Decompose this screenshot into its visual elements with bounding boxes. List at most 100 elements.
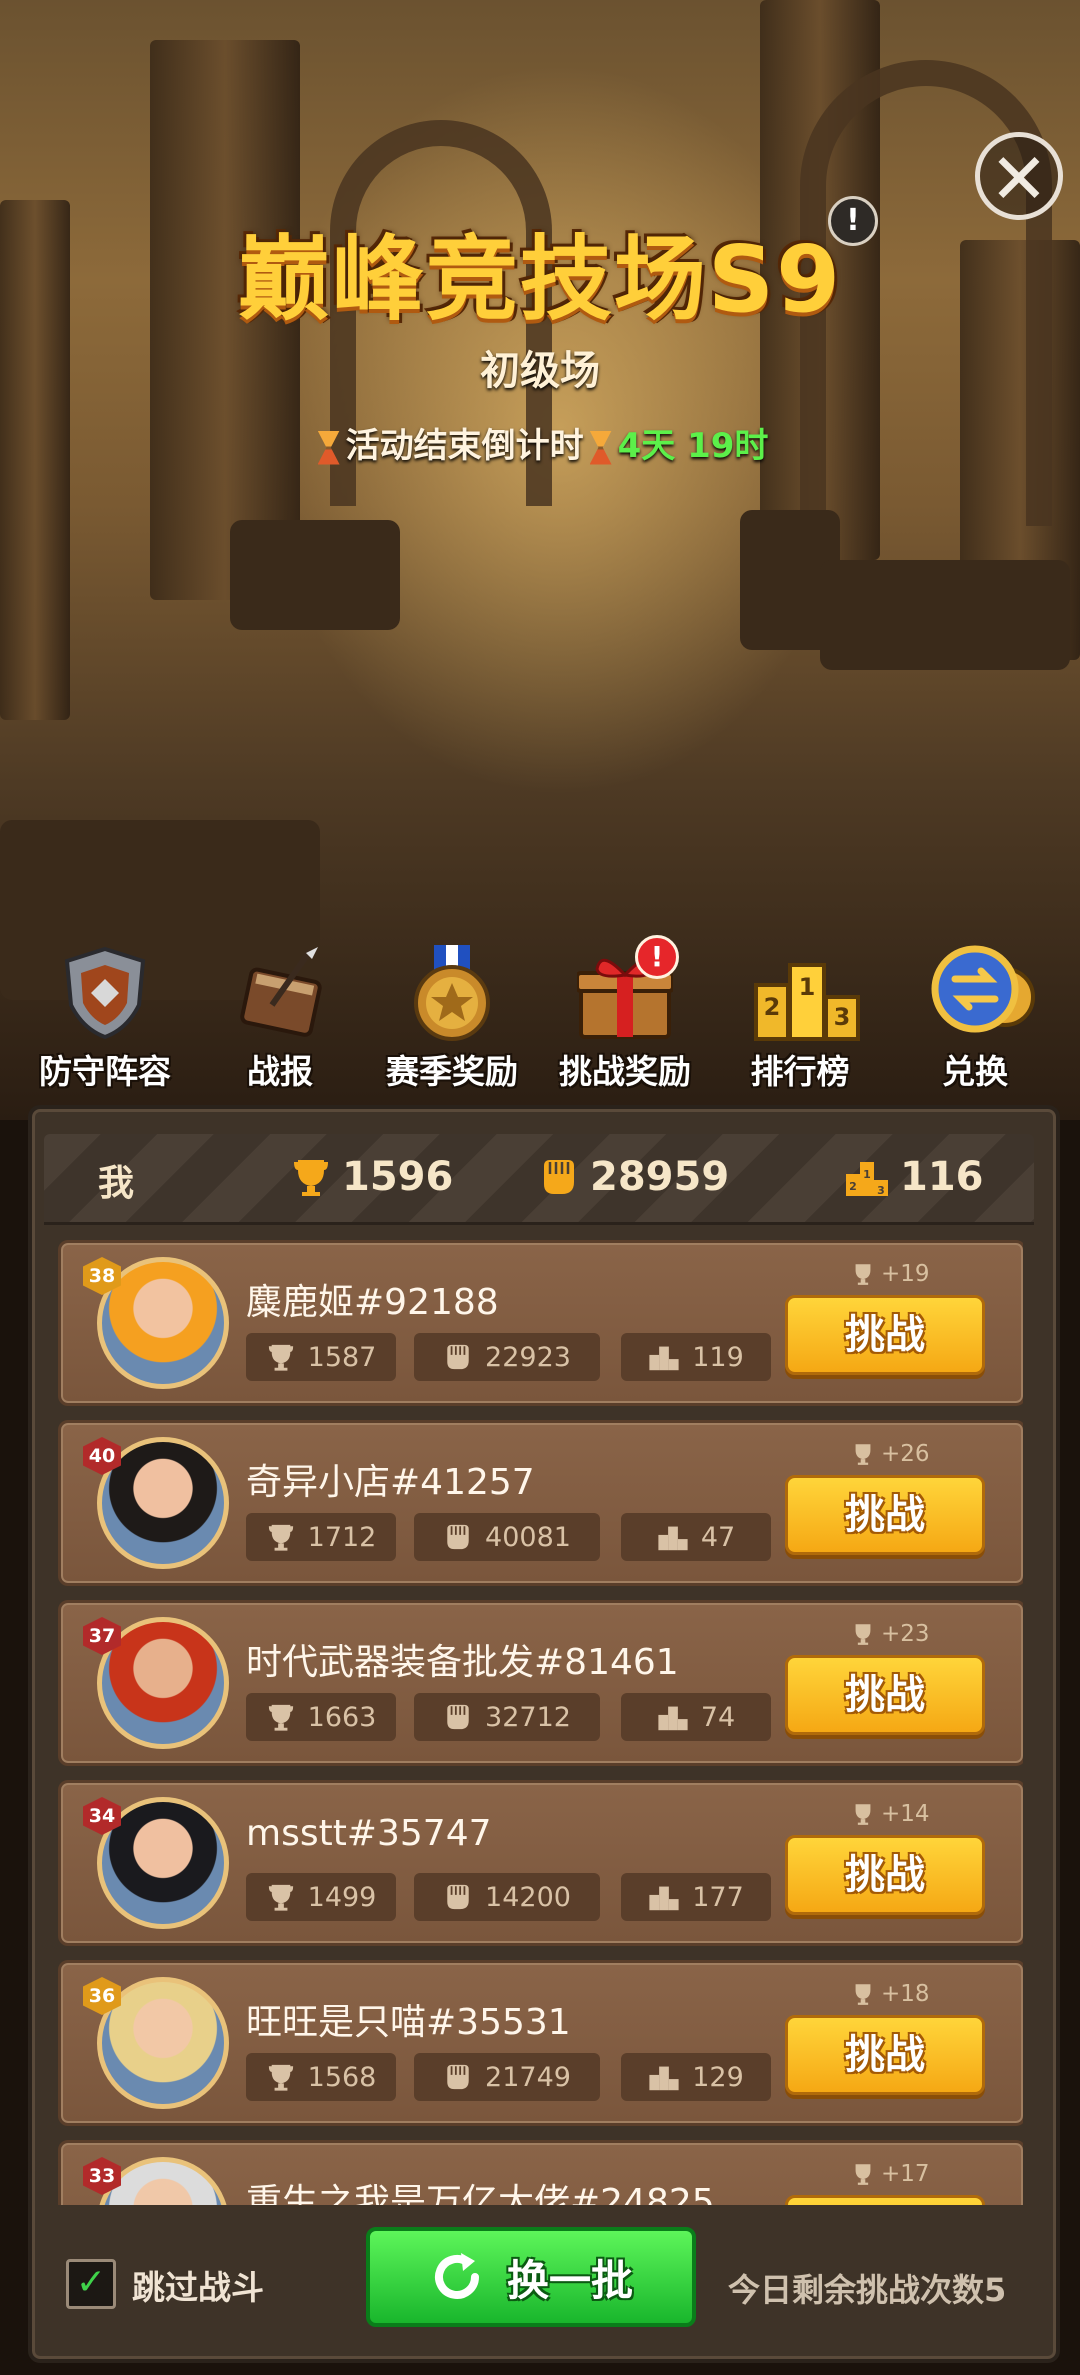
skip-battle-label[interactable]: 跳过战斗 (132, 2261, 264, 2309)
trophy-gain: +19 (851, 1261, 930, 1287)
trophy-icon (294, 1160, 328, 1196)
menu-label: 赛季奖励 (386, 1052, 518, 1091)
menu-defense-lineup[interactable]: 防守阵容 (20, 945, 190, 1093)
opponent-row[interactable]: 33重生之我是万亿大佬#24825+17挑战 (58, 2140, 1023, 2205)
refresh-icon (435, 2253, 479, 2299)
fist-icon (447, 1884, 469, 1910)
info-icon[interactable]: ! (828, 196, 878, 246)
power-stat: 32712 (414, 1693, 600, 1741)
trophy-icon (268, 1524, 293, 1551)
trophy-gain: +23 (851, 1621, 930, 1647)
fist-icon (544, 1160, 574, 1194)
player-name: 重生之我是万亿大佬#24825 (246, 2182, 715, 2205)
gain-value: +18 (881, 1981, 930, 2007)
fist-icon (447, 1344, 469, 1370)
podium-icon (649, 1886, 679, 1911)
trophy-stat: 1587 (246, 1333, 396, 1381)
trophy-stat: 1663 (246, 1693, 396, 1741)
refresh-opponents-button[interactable]: 换一批 (366, 2227, 696, 2327)
trophy-icon (855, 1804, 871, 1825)
trophy-value: 1712 (307, 1521, 377, 1553)
tier-label: 初级场 (480, 348, 600, 394)
power-stat: 40081 (414, 1513, 600, 1561)
my-trophies-value: 1596 (342, 1154, 454, 1200)
trophy-value: 1587 (307, 1341, 377, 1373)
power-stat: 14200 (414, 1873, 600, 1921)
challenge-button[interactable]: 挑战 (785, 1475, 985, 1555)
trophy-icon (268, 2064, 293, 2091)
refresh-label: 换一批 (506, 2255, 633, 2305)
gift-icon: ! (575, 935, 679, 1041)
menu-challenge-rewards[interactable]: ! 挑战奖励 (540, 935, 710, 1093)
player-name: 时代武器装备批发#81461 (246, 1642, 679, 1683)
my-stats-header: 我 1596 28959 213 116 (44, 1134, 1034, 1225)
menu-label: 排行榜 (750, 1052, 850, 1091)
trophy-icon (268, 1344, 293, 1371)
trophy-gain: +18 (851, 1981, 930, 2007)
rank-stat: 177 (621, 1873, 771, 1921)
trophy-stat: 1499 (246, 1873, 396, 1921)
trophy-icon (855, 1264, 871, 1285)
rank-stat: 74 (621, 1693, 771, 1741)
opponent-row[interactable]: 40 奇异小店#41257 1712 40081 47 +26 挑战 (58, 1420, 1023, 1586)
hourglass-icon (589, 430, 612, 465)
opponent-row[interactable]: 34 msstt#35747 1499 14200 177 +14 挑战 (58, 1780, 1023, 1946)
player-name: 奇异小店#41257 (246, 1462, 535, 1503)
opponent-list[interactable]: 38 麋鹿姬#92188 1587 22923 119 +19 挑战 40 奇异小店#41257… (58, 1240, 1023, 2205)
challenge-button[interactable]: 挑战 (785, 2195, 985, 2205)
rank-value: 129 (692, 2061, 744, 2093)
trophy-value: 1499 (307, 1881, 377, 1913)
player-name: msstt#35747 (246, 1813, 492, 1854)
menu-battle-report[interactable]: 战报 (195, 945, 365, 1093)
menu-label: 挑战奖励 (559, 1052, 691, 1091)
hourglass-icon (317, 430, 340, 465)
book-quill-icon (232, 945, 328, 1041)
svg-text:1: 1 (799, 973, 816, 1001)
trophy-icon (855, 1624, 871, 1645)
rank-value: 74 (700, 1701, 736, 1733)
power-value: 14200 (485, 1881, 571, 1913)
gain-value: +17 (881, 2161, 930, 2187)
rank-stat: 47 (621, 1513, 771, 1561)
power-stat: 21749 (414, 2053, 600, 2101)
trophy-stat: 1568 (246, 2053, 396, 2101)
skip-battle-checkbox[interactable]: ✓ (66, 2259, 116, 2309)
feature-menu: 防守阵容 战报 赛季奖励 ! 挑战奖励 213 排行榜 兑换 (0, 935, 1080, 1095)
challenge-button[interactable]: 挑战 (785, 1655, 985, 1735)
challenge-button[interactable]: 挑战 (785, 2015, 985, 2095)
opponent-row[interactable]: 37 时代武器装备批发#81461 1663 32712 74 +23 挑战 (58, 1600, 1023, 1766)
trophy-icon (855, 2164, 871, 2185)
close-icon: ✕ (989, 138, 1049, 220)
my-trophies: 1596 (290, 1154, 453, 1200)
opponent-row[interactable]: 38 麋鹿姬#92188 1587 22923 119 +19 挑战 (58, 1240, 1023, 1406)
podium-icon: 213 (846, 1162, 888, 1197)
menu-season-rewards[interactable]: 赛季奖励 (367, 945, 537, 1093)
exchange-coin-icon (927, 945, 1035, 1041)
gain-value: +14 (881, 1801, 930, 1827)
svg-text:1: 1 (863, 1168, 871, 1181)
rank-stat: 129 (621, 2053, 771, 2101)
countdown-label: 活动结束倒计时 (345, 426, 584, 466)
svg-text:2: 2 (764, 993, 781, 1021)
challenge-button[interactable]: 挑战 (785, 1295, 985, 1375)
menu-exchange[interactable]: 兑换 (890, 945, 1060, 1093)
trophy-gain: +14 (851, 1801, 930, 1827)
fist-icon (447, 1704, 469, 1730)
close-button[interactable]: ✕ (975, 132, 1063, 220)
opponent-row[interactable]: 36 旺旺是只喵#35531 1568 21749 129 +18 挑战 (58, 1960, 1023, 2126)
rank-value: 119 (692, 1341, 744, 1373)
countdown-value: 4天 19时 (617, 426, 769, 466)
power-value: 40081 (485, 1521, 571, 1553)
challenge-button[interactable]: 挑战 (785, 1835, 985, 1915)
podium-icon (658, 1526, 688, 1551)
podium-icon (649, 2066, 679, 2091)
svg-text:2: 2 (849, 1180, 857, 1193)
svg-text:3: 3 (834, 1003, 851, 1031)
gain-value: +23 (881, 1621, 930, 1647)
shield-icon (57, 945, 153, 1041)
podium-icon (649, 1346, 679, 1371)
menu-leaderboard[interactable]: 213 排行榜 (715, 945, 885, 1093)
rank-stat: 119 (621, 1333, 771, 1381)
trophy-gain: +17 (851, 2161, 930, 2187)
fist-icon (447, 2064, 469, 2090)
